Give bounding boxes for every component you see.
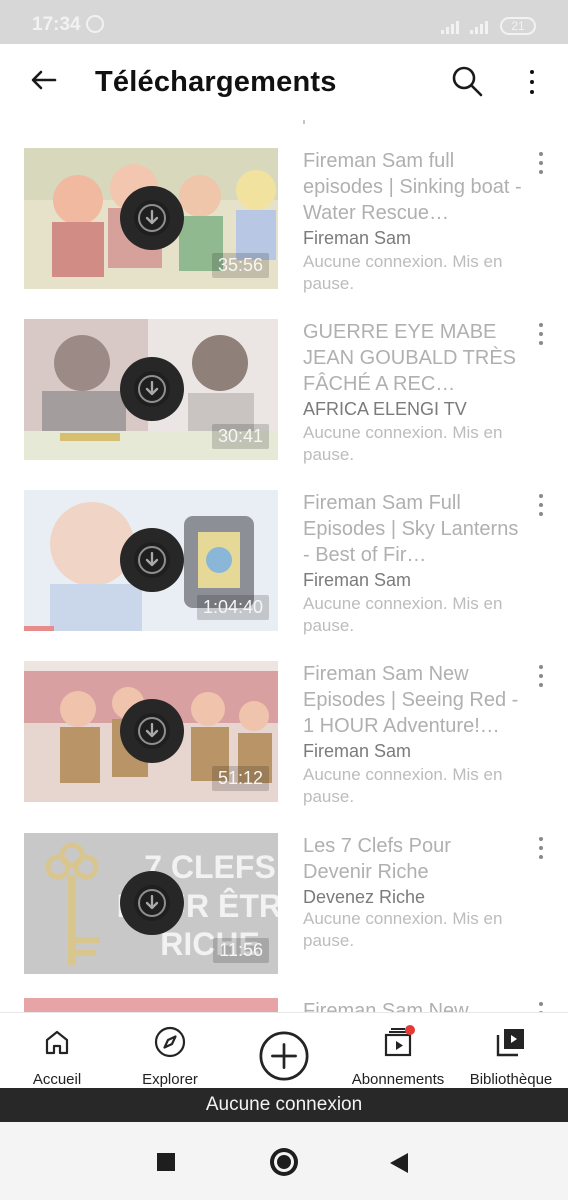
video-item[interactable]: 7 CLEFS POUR ÊTRE RICHE 11:56 Les 7 Clef… — [0, 833, 568, 993]
downloads-list[interactable]: 35:56 Fireman Sam full episodes | Sinkin… — [0, 120, 568, 1012]
signal-icon — [470, 20, 492, 34]
video-item[interactable]: 35:56 Fireman Sam full episodes | Sinkin… — [0, 148, 568, 308]
nav-subscriptions[interactable]: Abonnements — [343, 1021, 453, 1088]
video-thumbnail[interactable]: 30:41 — [24, 319, 278, 460]
previous-item-tail — [303, 120, 305, 124]
video-duration: 35:56 — [211, 253, 269, 278]
channel-name: Devenez Riche — [303, 887, 426, 907]
video-thumbnail[interactable]: 51:12 — [24, 661, 278, 802]
recent-apps-icon[interactable] — [157, 1153, 175, 1171]
more-vert-icon[interactable] — [535, 151, 547, 177]
nav-explore[interactable]: Explorer — [115, 1021, 225, 1088]
app-header: Téléchargements — [0, 44, 568, 120]
back-arrow-icon[interactable] — [26, 60, 66, 100]
download-status: Aucune connexion. Mis en pause. — [303, 252, 503, 293]
video-title[interactable]: Fireman Sam full episodes | Sinking boat… — [303, 148, 525, 226]
video-item[interactable]: Fireman Sam New — [0, 998, 568, 1012]
more-vert-icon[interactable] — [535, 664, 547, 690]
download-icon[interactable] — [120, 186, 184, 250]
download-status: Aucune connexion. Mis en pause. — [303, 909, 503, 950]
channel-name: AFRICA ELENGI TV — [303, 399, 467, 419]
video-title[interactable]: Fireman Sam Full Episodes | Sky Lanterns… — [303, 490, 525, 568]
home-button-icon[interactable] — [270, 1148, 298, 1176]
video-thumbnail[interactable]: 35:56 — [24, 148, 278, 289]
channel-name: Fireman Sam — [303, 570, 412, 590]
nav-home-label: Accueil — [32, 1071, 82, 1088]
home-icon — [45, 1030, 69, 1055]
nav-explore-label: Explorer — [142, 1071, 198, 1088]
more-vert-icon[interactable] — [535, 322, 547, 348]
download-icon[interactable] — [120, 699, 184, 763]
video-thumbnail[interactable]: 7 CLEFS POUR ÊTRE RICHE 11:56 — [24, 833, 278, 974]
more-vert-icon[interactable] — [535, 1001, 547, 1012]
video-item[interactable]: 51:12 Fireman Sam New Episodes | Seeing … — [0, 661, 568, 821]
nav-create[interactable] — [229, 1021, 339, 1087]
channel-name: Fireman Sam — [303, 228, 412, 248]
video-duration: 30:41 — [211, 424, 269, 449]
channel-name: Fireman Sam — [303, 741, 412, 761]
system-navigation — [0, 1122, 568, 1200]
download-status: Aucune connexion. Mis en pause. — [303, 594, 503, 635]
library-icon — [496, 1029, 524, 1057]
download-status: Aucune connexion. Mis en pause. — [303, 765, 503, 806]
compass-icon — [154, 1026, 186, 1058]
alarm-icon — [86, 15, 104, 33]
more-vert-icon[interactable] — [535, 493, 547, 519]
subscriptions-icon — [384, 1025, 415, 1057]
signal-icon — [441, 20, 463, 34]
bottom-navigation: Accueil Explorer Abonnements Bibliothèqu… — [0, 1012, 568, 1089]
add-circle-icon — [259, 1031, 309, 1081]
video-duration: 1:04:40 — [196, 595, 269, 620]
download-status: Aucune connexion. Mis en pause. — [303, 423, 503, 464]
back-button-icon[interactable] — [390, 1153, 408, 1173]
nav-library-label: Bibliothèque — [469, 1071, 553, 1088]
video-item[interactable]: 1:04:40 Fireman Sam Full Episodes | Sky … — [0, 490, 568, 650]
status-bar: 17:34 21 — [0, 0, 568, 44]
nav-home[interactable]: Accueil — [2, 1021, 112, 1088]
video-thumbnail[interactable] — [24, 998, 278, 1012]
more-vert-icon[interactable] — [520, 62, 544, 102]
video-duration: 11:56 — [213, 938, 269, 963]
status-time: 17:34 — [32, 14, 81, 35]
download-icon[interactable] — [120, 528, 184, 592]
video-title[interactable]: Fireman Sam New — [303, 998, 525, 1012]
video-thumbnail[interactable]: 1:04:40 — [24, 490, 278, 631]
video-item[interactable]: 30:41 GUERRE EYE MABE JEAN GOUBALD TRÈS … — [0, 319, 568, 479]
search-icon[interactable] — [448, 62, 488, 102]
download-icon[interactable] — [120, 871, 184, 935]
video-title[interactable]: Fireman Sam New Episodes | Seeing Red - … — [303, 661, 525, 739]
download-icon[interactable] — [120, 357, 184, 421]
video-duration: 51:12 — [211, 766, 269, 791]
video-title[interactable]: GUERRE EYE MABE JEAN GOUBALD TRÈS FÂCHÉ … — [303, 319, 525, 397]
nav-subscriptions-label: Abonnements — [351, 1071, 445, 1088]
nav-library[interactable]: Bibliothèque — [456, 1021, 566, 1088]
more-vert-icon[interactable] — [535, 836, 547, 862]
page-title: Téléchargements — [95, 66, 337, 98]
battery-icon: 21 — [500, 17, 536, 35]
offline-banner: Aucune connexion — [0, 1088, 568, 1122]
video-title[interactable]: Les 7 Clefs Pour Devenir Riche — [303, 833, 525, 885]
